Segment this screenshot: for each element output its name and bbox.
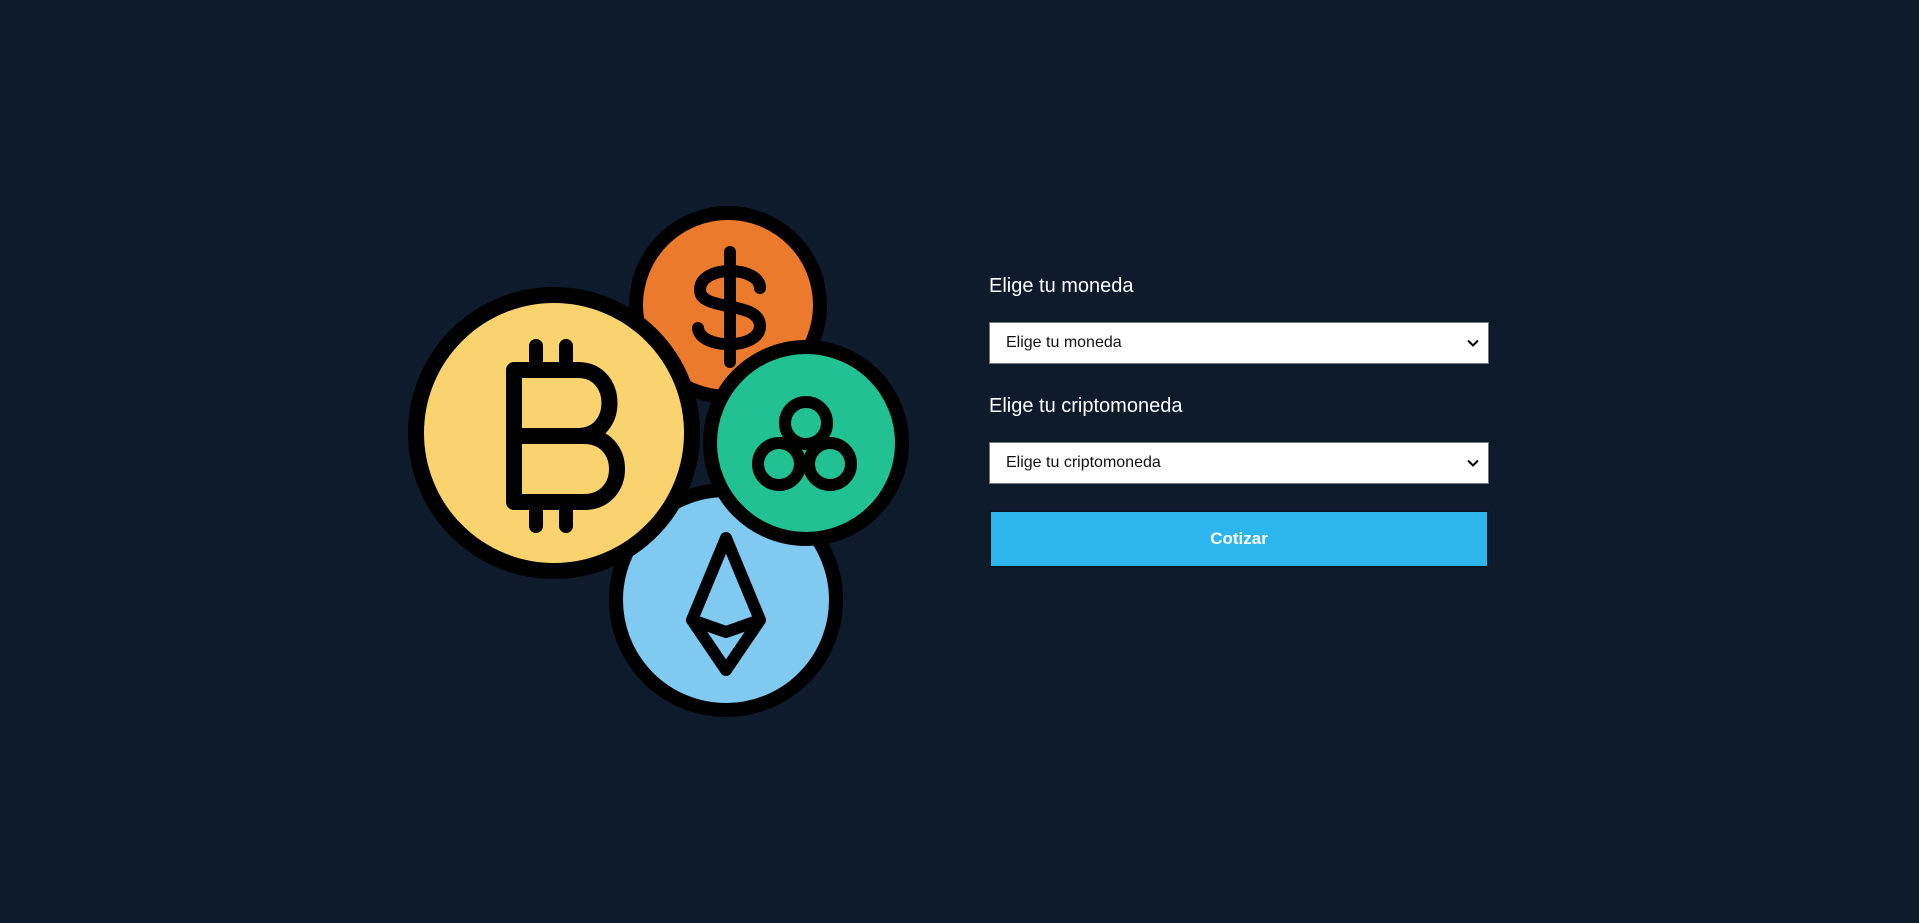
crypto-coins-illustration: [398, 200, 918, 720]
coins-graphic: [408, 206, 909, 717]
quote-form: Elige tu moneda Elige tu moneda Elige tu…: [989, 270, 1489, 568]
currency-select-value: Elige tu moneda: [1006, 334, 1122, 351]
quote-button[interactable]: Cotizar: [989, 510, 1489, 568]
chevron-down-icon: [1467, 459, 1479, 467]
page: Elige tu moneda Elige tu moneda Elige tu…: [0, 0, 1919, 923]
crypto-label: Elige tu criptomoneda: [989, 395, 1183, 417]
cluster-coin-icon: [703, 340, 909, 546]
currency-select[interactable]: Elige tu moneda: [989, 322, 1489, 364]
bitcoin-icon: [408, 287, 700, 579]
currency-label: Elige tu moneda: [989, 275, 1134, 297]
crypto-select-value: Elige tu criptomoneda: [1006, 454, 1161, 471]
chevron-down-icon: [1467, 339, 1479, 347]
crypto-select[interactable]: Elige tu criptomoneda: [989, 442, 1489, 484]
